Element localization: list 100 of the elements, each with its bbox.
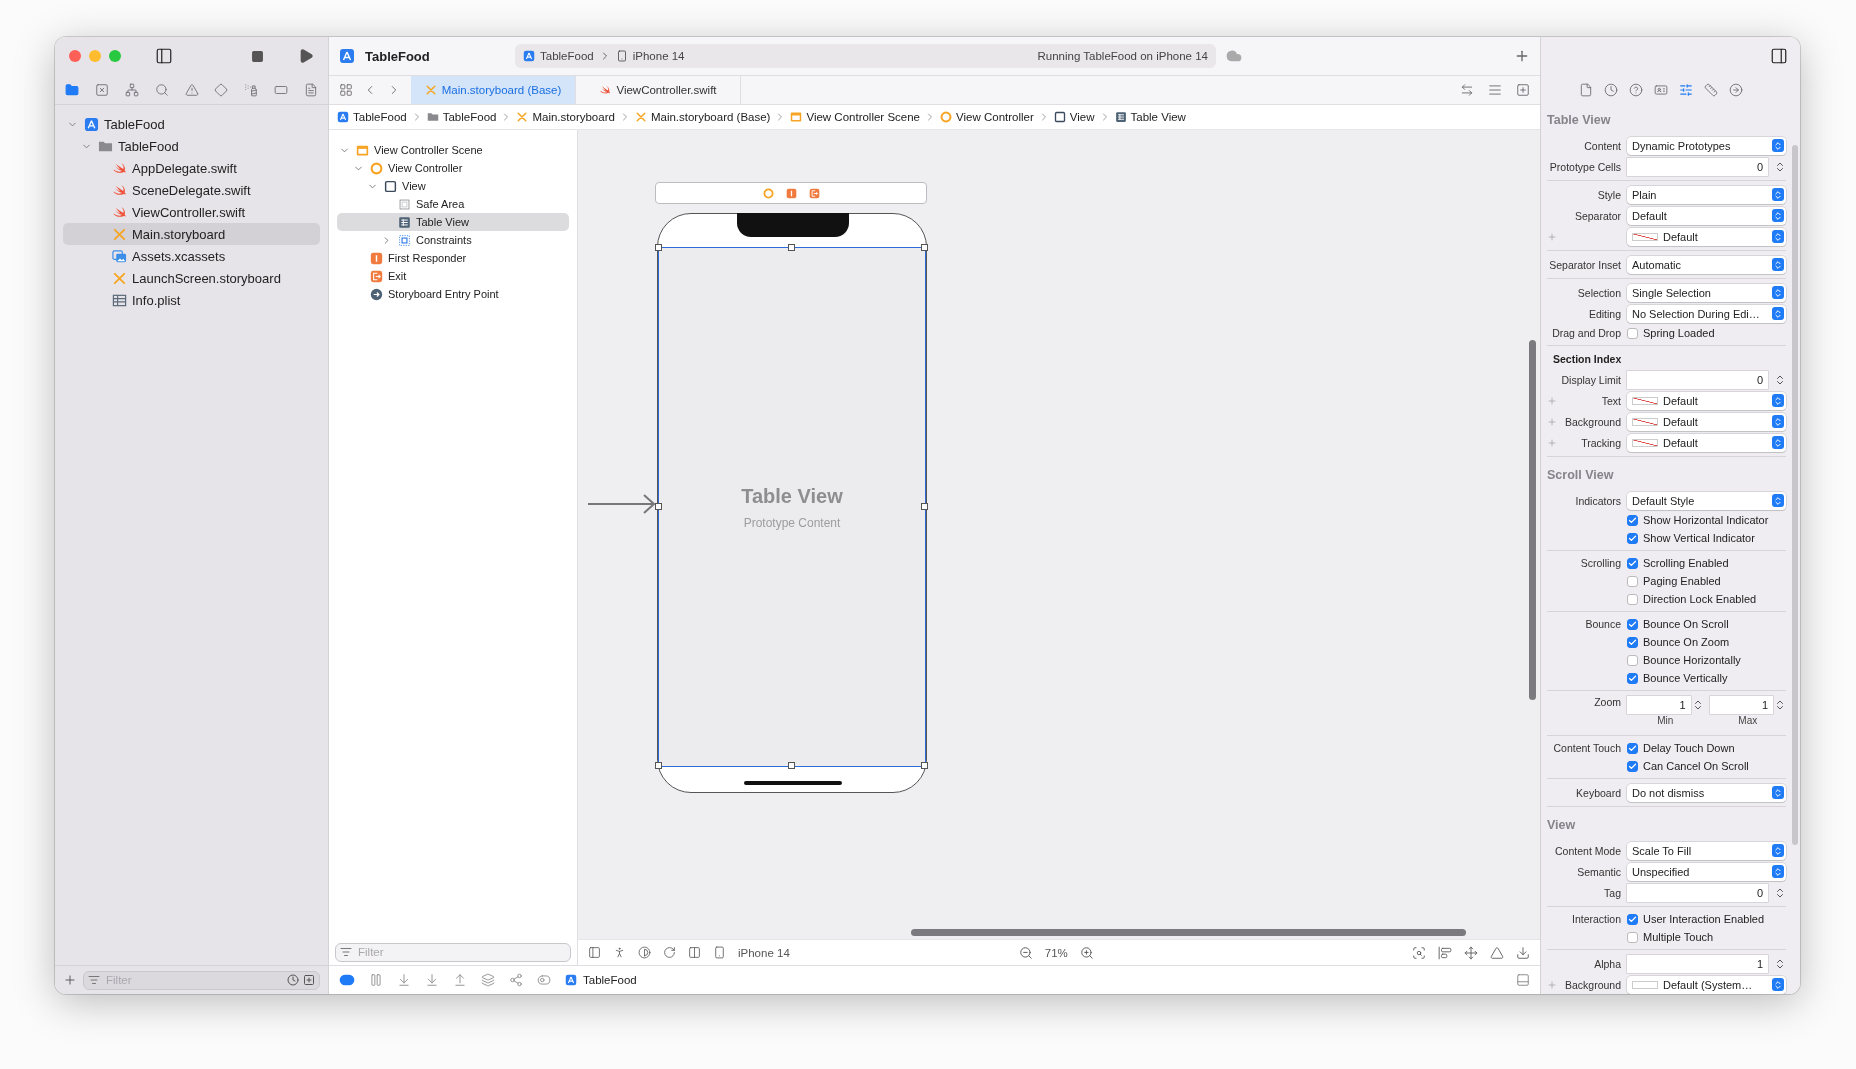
run-button[interactable] [298,48,314,64]
appearance-icon[interactable] [638,946,651,959]
resize-handle[interactable] [655,503,662,510]
color-popup[interactable]: Default [1627,412,1786,431]
checkbox[interactable] [1627,672,1638,684]
folder-icon[interactable] [65,82,79,97]
outline-item[interactable]: Storyboard Entry Point [337,285,569,303]
filter-icon[interactable] [340,946,352,958]
file-item[interactable]: SceneDelegate.swift [63,179,320,201]
align-icon[interactable] [1438,945,1452,960]
popup-button[interactable]: Automatic [1627,255,1786,274]
color-popup[interactable]: Default (System… [1627,975,1786,994]
popup-button[interactable]: Default [1627,206,1786,225]
number-field[interactable]: 0 [1627,157,1768,176]
columns-icon[interactable] [688,946,701,959]
checkbox[interactable] [1627,514,1638,526]
add-constraints-icon[interactable] [1464,945,1478,960]
phone-icon[interactable] [713,946,726,959]
number-field[interactable]: 1 [1627,696,1691,714]
zoom-out-icon[interactable] [1018,945,1033,960]
file-item[interactable]: Main.storyboard [63,223,320,245]
device-name[interactable]: iPhone 14 [738,946,790,959]
hierarchy-icon[interactable] [124,82,139,97]
resize-handle[interactable] [788,244,795,251]
checkbox[interactable] [1627,327,1638,339]
stepper[interactable] [1774,957,1786,970]
layers-icon[interactable] [481,973,495,987]
checkbox[interactable] [1627,593,1638,605]
resize-handle[interactable] [788,762,795,769]
file-item[interactable]: Info.plist [63,289,320,311]
breakpoints-icon[interactable] [339,972,355,988]
popup-button[interactable]: Single Selection [1627,283,1786,302]
file-item[interactable]: Assets.xcassets [63,245,320,267]
color-popup[interactable]: Default [1627,391,1786,410]
file-icon[interactable] [1578,83,1593,97]
checkbox[interactable] [1627,760,1638,772]
outline-item[interactable]: View Controller [337,159,569,177]
popup-button[interactable]: No Selection During Edi… [1627,304,1786,323]
editor-tab[interactable]: Main.storyboard (Base) [411,76,576,104]
file-item[interactable]: ViewController.swift [63,201,320,223]
x-square-icon[interactable] [94,82,109,97]
outline-item[interactable]: First Responder [337,249,569,267]
file-item[interactable]: AppDelegate.swift [63,157,320,179]
outline-item[interactable]: Table View [337,213,569,231]
stop-button[interactable] [251,49,264,63]
number-field[interactable]: 0 [1627,370,1768,389]
scheme-bar[interactable]: TableFood iPhone 14 Running TableFood on iPhone 14 [515,44,1216,68]
accessibility-icon[interactable] [613,946,626,959]
checkbox[interactable] [1627,557,1638,569]
toggle-icon[interactable] [537,973,551,987]
file-item[interactable]: LaunchScreen.storyboard [63,267,320,289]
inspector-toggle-icon[interactable] [1770,47,1788,65]
popup-button[interactable]: Unspecified [1627,862,1786,881]
checkbox[interactable] [1627,636,1638,648]
outline-item[interactable]: Safe Area [337,195,569,213]
number-field[interactable]: 0 [1627,883,1768,902]
scrollbar[interactable] [1792,145,1798,845]
breadcrumb-item[interactable]: TableFood [353,111,407,123]
document-icon[interactable] [304,82,318,97]
breadcrumb-item[interactable]: View [1069,111,1095,123]
panel-icon[interactable] [588,946,601,959]
panel-icon[interactable] [1516,973,1530,987]
warning-icon[interactable] [184,82,199,97]
resize-handle[interactable] [921,503,928,510]
rotate-icon[interactable] [663,946,676,959]
breadcrumb-item[interactable]: TableFood [442,111,497,123]
outline-item[interactable]: Constraints [337,231,569,249]
number-field[interactable]: 1 [1627,954,1768,973]
color-popup[interactable]: Default [1627,433,1786,452]
embed-icon[interactable] [1516,945,1530,960]
stepper[interactable] [1774,886,1786,899]
breadcrumb-item[interactable]: Table View [1130,111,1186,123]
breadcrumb-item[interactable]: View Controller [956,111,1034,123]
resolve-icon[interactable] [1490,945,1504,960]
filter-icon[interactable] [88,974,100,986]
breadcrumb-item[interactable]: Main.storyboard (Base) [650,111,771,123]
scrollbar[interactable] [1529,340,1536,700]
outline-item[interactable]: View Controller Scene [337,141,569,159]
breadcrumb-item[interactable]: Main.storyboard [532,111,615,123]
file-item[interactable]: TableFood [63,113,320,135]
outline-item[interactable]: View [337,177,569,195]
stepper[interactable] [1774,373,1786,386]
history-icon[interactable] [1603,83,1618,97]
filter-bar[interactable]: Filter [335,942,571,962]
identity-icon[interactable] [1653,83,1668,97]
update-frames-icon[interactable] [1412,945,1426,960]
stepper[interactable] [1774,699,1786,711]
editor-tab[interactable]: ViewController.swift [576,76,741,104]
close-button[interactable] [69,50,81,62]
file-item[interactable]: TableFood [63,135,320,157]
resize-handle[interactable] [921,244,928,251]
resize-handle[interactable] [921,762,928,769]
stepper[interactable] [1774,160,1786,173]
number-field[interactable]: 1 [1709,696,1773,714]
pause-icon[interactable] [369,973,383,987]
graph-icon[interactable] [509,973,523,987]
ruler-icon[interactable] [1703,83,1718,97]
popup-button[interactable]: Plain [1627,185,1786,204]
step-in-icon[interactable] [425,973,439,987]
sliders-icon[interactable] [1678,83,1693,97]
